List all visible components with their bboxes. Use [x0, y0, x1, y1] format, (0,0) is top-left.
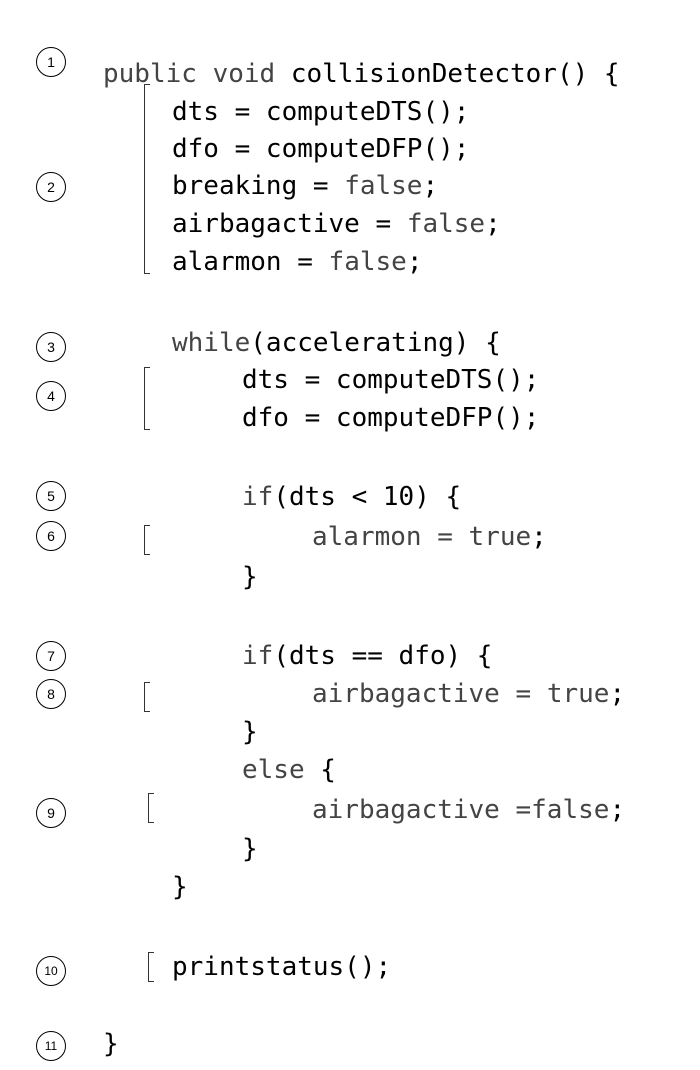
code-line-7: while(accelerating) {: [172, 328, 501, 358]
code-line-15: }: [242, 717, 258, 747]
code-line-2: dts = computeDTS();: [172, 97, 470, 127]
code-line-17: airbagactive =false;: [312, 795, 626, 825]
code-line-20: printstatus();: [172, 952, 392, 982]
code-line-14: airbagactive = true;: [312, 679, 626, 709]
code-line-8: dts = computeDTS();: [242, 365, 540, 395]
code-line-6: alarmon = false;: [172, 247, 423, 277]
code-line-3: dfo = computeDFP();: [172, 134, 470, 164]
code-line-16: else {: [242, 755, 336, 785]
code-annotation-diagram: { "markers": ["1","2","3","4","5","6","7…: [0, 0, 700, 1070]
code-line-9: dfo = computeDFP();: [242, 403, 540, 433]
code-line-19: }: [172, 872, 188, 902]
code-line-11: alarmon = true;: [312, 522, 547, 552]
code-line-1: public void collisionDetector() {: [103, 59, 620, 89]
code-line-18: }: [242, 834, 258, 864]
code-listing: public void collisionDetector() { dts = …: [0, 0, 700, 1070]
code-line-5: airbagactive = false;: [172, 209, 501, 239]
code-line-21: }: [103, 1029, 119, 1059]
code-line-12: }: [242, 562, 258, 592]
code-line-13: if(dts == dfo) {: [242, 641, 493, 671]
code-line-4: breaking = false;: [172, 171, 439, 201]
code-line-10: if(dts < 10) {: [242, 482, 462, 512]
